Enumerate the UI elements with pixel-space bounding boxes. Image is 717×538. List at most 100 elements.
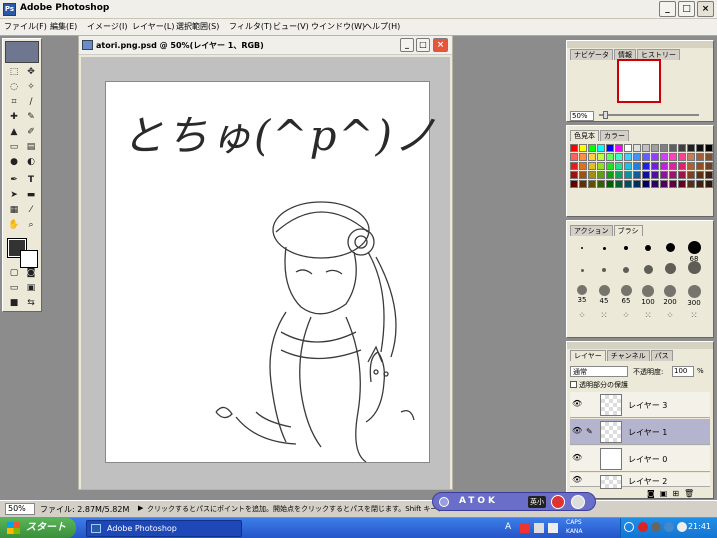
brush-preset[interactable]: 45 [593, 285, 615, 305]
ime-a-icon[interactable]: A [505, 522, 511, 532]
tab-color[interactable]: カラー [600, 130, 629, 141]
brush-preset[interactable] [637, 245, 659, 251]
color-swatch[interactable] [687, 144, 695, 152]
color-swatch[interactable] [606, 171, 614, 179]
color-swatch[interactable] [660, 162, 668, 170]
color-swatch[interactable] [606, 162, 614, 170]
color-swatch[interactable] [651, 144, 659, 152]
color-swatch[interactable] [651, 153, 659, 161]
color-swatch[interactable] [660, 153, 668, 161]
layer-row[interactable]: 👁 ✎ レイヤー 1 [570, 419, 710, 445]
opacity-field[interactable]: 100 [672, 366, 694, 377]
color-swatch[interactable] [606, 144, 614, 152]
color-swatch[interactable] [615, 180, 623, 188]
color-swatch[interactable] [588, 162, 596, 170]
atok-menu-icon[interactable] [551, 495, 565, 509]
color-swatch[interactable] [615, 153, 623, 161]
menu-edit[interactable]: 編集(E) [50, 21, 77, 32]
tab-paths[interactable]: パス [650, 350, 673, 361]
type-tool-icon[interactable]: T [24, 174, 38, 187]
tab-brushes[interactable]: ブラシ [613, 225, 643, 236]
taskbar-item-photoshop[interactable]: Adobe Photoshop [86, 520, 242, 537]
color-swatch[interactable] [696, 162, 704, 170]
minimize-button[interactable]: _ [659, 1, 676, 17]
color-swatch[interactable] [597, 171, 605, 179]
brush-preset[interactable] [571, 247, 593, 249]
brush-preset[interactable] [683, 261, 705, 274]
brush-preset[interactable]: 100 [637, 285, 659, 306]
color-swatch[interactable] [588, 144, 596, 152]
color-swatch[interactable] [606, 153, 614, 161]
color-swatch[interactable] [678, 144, 686, 152]
atok-ime-bar[interactable]: ATOK 英小 [432, 492, 596, 511]
color-swatch[interactable] [687, 171, 695, 179]
blur-tool-icon[interactable]: ● [7, 156, 21, 169]
brush-preset[interactable]: ⁘ [571, 311, 593, 321]
color-swatch[interactable] [588, 180, 596, 188]
brush-preset[interactable]: ⁘ [615, 311, 637, 321]
color-swatch[interactable] [678, 153, 686, 161]
color-swatch[interactable] [624, 171, 632, 179]
brush-preset[interactable]: ⁙ [593, 311, 615, 321]
eye-icon[interactable]: 👁 [572, 476, 582, 484]
navigator-zoom-slider[interactable] [599, 114, 699, 116]
color-swatch[interactable] [687, 180, 695, 188]
color-swatch[interactable] [624, 153, 632, 161]
layers-panel-grip[interactable] [567, 342, 713, 349]
menu-view[interactable]: ビュー(V) [273, 21, 309, 32]
menu-help[interactable]: ヘルプ(H) [364, 21, 400, 32]
eyedropper-icon[interactable]: ⁄ [24, 204, 38, 217]
crop-tool-icon[interactable]: ⌗ [7, 96, 21, 109]
color-swatch[interactable] [669, 144, 677, 152]
brush-preset[interactable]: ⁙ [637, 311, 659, 321]
brush-preset[interactable] [615, 267, 637, 273]
color-swatch[interactable] [633, 180, 641, 188]
atok-grip-icon[interactable] [439, 497, 449, 507]
color-swatch[interactable] [678, 180, 686, 188]
quickmask-mode-icon[interactable]: ◙ [24, 267, 38, 280]
hand-tool-icon[interactable]: ✋ [7, 219, 21, 232]
color-swatch[interactable] [588, 153, 596, 161]
screen-mode-full-icon[interactable]: ▣ [24, 282, 38, 295]
brush-preset[interactable] [593, 268, 615, 272]
brush-tool-icon[interactable]: ✎ [24, 111, 38, 124]
brush-preset[interactable] [593, 247, 615, 250]
color-swatch[interactable] [669, 180, 677, 188]
menu-layer[interactable]: レイヤー(L) [132, 21, 174, 32]
navigator-slider-thumb[interactable] [603, 111, 608, 119]
color-swatch[interactable] [678, 171, 686, 179]
zoom-tool-icon[interactable]: ⌕ [24, 219, 38, 232]
color-swatch[interactable] [696, 144, 704, 152]
color-swatch[interactable] [633, 162, 641, 170]
doc-minimize-button[interactable]: _ [400, 38, 414, 52]
path-select-icon[interactable]: ➤ [7, 189, 21, 202]
color-swatch[interactable] [615, 144, 623, 152]
ime-dictionary-icon[interactable] [534, 523, 544, 533]
antivirus-tray-icon[interactable] [638, 522, 648, 532]
color-swatch[interactable] [705, 162, 713, 170]
color-swatch[interactable] [696, 171, 704, 179]
color-swatch[interactable] [597, 153, 605, 161]
tab-swatches[interactable]: 色見本 [570, 130, 599, 141]
tab-layers[interactable]: レイヤー [570, 350, 606, 361]
navigator-zoom-field[interactable]: 50% [570, 111, 594, 121]
brush-preset[interactable] [659, 263, 681, 274]
image-canvas[interactable]: とちゅ(^p^)ノ [105, 81, 436, 463]
color-swatch[interactable] [651, 162, 659, 170]
layer-row[interactable]: 👁 レイヤー 2 [570, 473, 710, 489]
color-swatch[interactable] [579, 171, 587, 179]
color-swatch[interactable] [597, 180, 605, 188]
dodge-tool-icon[interactable]: ◐ [24, 156, 38, 169]
layer-row[interactable]: 👁 レイヤー 3 [570, 392, 710, 418]
brush-preset[interactable] [571, 269, 593, 272]
navigator-thumbnail[interactable] [617, 59, 661, 103]
eye-icon[interactable]: 👁 [572, 454, 582, 462]
color-swatch[interactable] [606, 180, 614, 188]
color-swatch[interactable] [651, 180, 659, 188]
start-button[interactable]: スタート [0, 518, 76, 538]
color-swatch[interactable] [705, 171, 713, 179]
eye-icon[interactable]: 👁 [572, 427, 582, 435]
color-swatch[interactable] [687, 153, 695, 161]
doc-maximize-button[interactable]: □ [416, 38, 430, 52]
color-swatch[interactable] [660, 144, 668, 152]
